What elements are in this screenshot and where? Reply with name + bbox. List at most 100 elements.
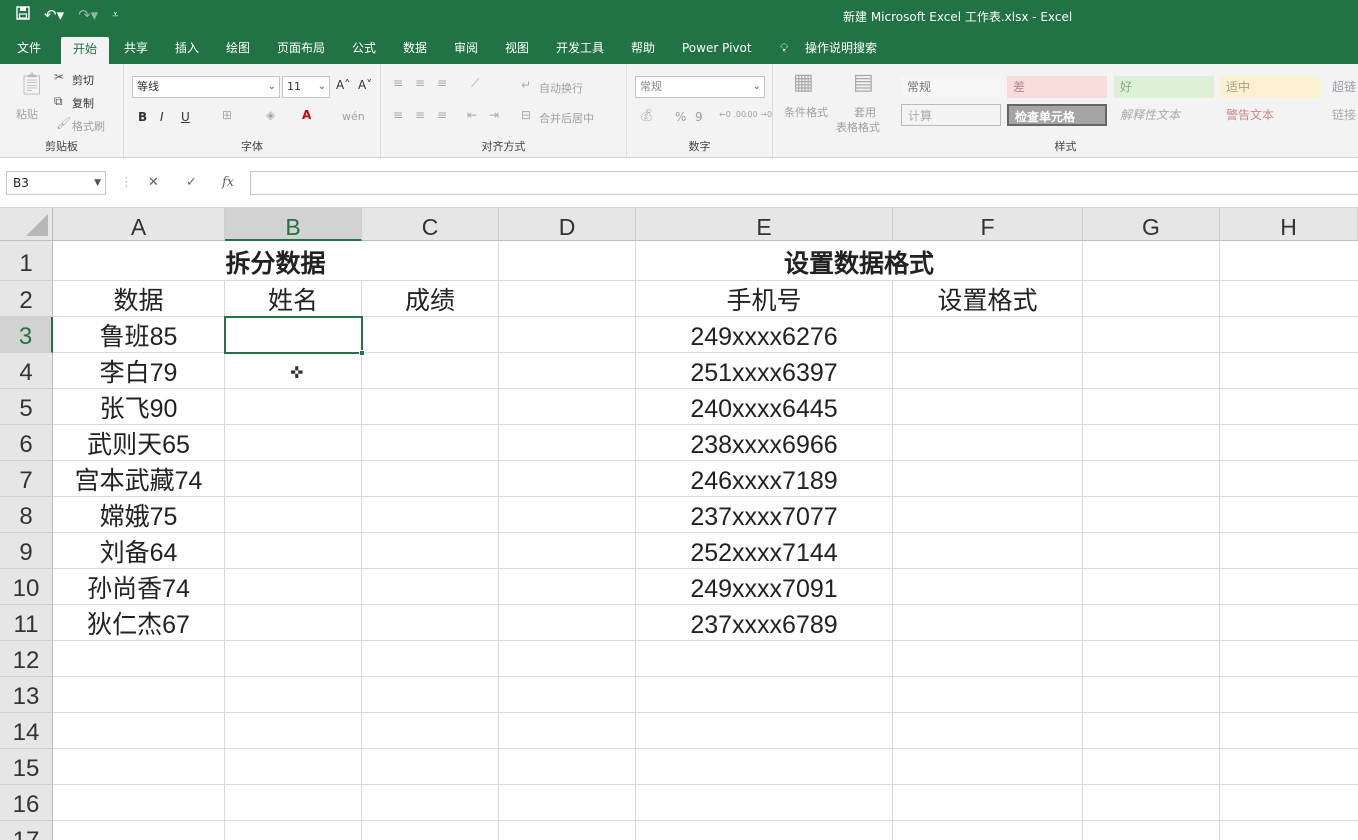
column-header-e[interactable]: E [636,208,893,241]
align-left-icon[interactable]: ≡ [393,108,403,122]
cell-a7[interactable]: 宫本武藏74 [53,461,224,497]
cancel-icon[interactable]: ✕ [148,175,159,190]
formula-input[interactable] [250,171,1358,195]
tab-review[interactable]: 审阅 [454,37,478,64]
row-header-14[interactable]: 14 [0,713,53,749]
tab-power-pivot[interactable]: Power Pivot [682,37,752,64]
tell-me-search[interactable]: 操作说明搜索 [805,37,877,64]
align-top-icon[interactable]: ≡ [393,76,403,90]
row-header-13[interactable]: 13 [0,677,53,713]
style-linked[interactable]: 链接 [1326,104,1358,126]
copy-button[interactable]: 复制 [72,95,94,111]
font-size-select[interactable]: 11 ⌄ [282,76,330,98]
conditional-format-button[interactable]: 条件格式 [784,104,828,120]
row-header-4[interactable]: 4 [0,353,53,389]
cell-a8[interactable]: 嫦娥75 [53,497,224,533]
cell-e7[interactable]: 246xxxx7189 [636,461,892,497]
cell-e4[interactable]: 251xxxx6397 [636,353,892,389]
style-neutral[interactable]: 适中 [1220,76,1320,98]
merge-center-button[interactable]: 合并后居中 [539,110,594,126]
row-header-5[interactable]: 5 [0,389,53,425]
row-header-16[interactable]: 16 [0,785,53,821]
column-header-a[interactable]: A [53,208,225,241]
tab-view[interactable]: 视图 [505,37,529,64]
shrink-font-button[interactable]: A˅ [358,78,372,92]
table-format-line2[interactable]: 表格格式 [836,119,880,135]
number-format-select[interactable]: 常规 ⌄ [635,76,765,98]
active-cell-b3[interactable] [224,316,365,356]
redo-icon[interactable]: ↷▾ [78,6,98,24]
column-header-h[interactable]: H [1220,208,1358,241]
border-icon[interactable]: ⊞ [222,108,232,122]
row-header-11[interactable]: 11 [0,605,53,641]
column-header-g[interactable]: G [1083,208,1220,241]
cell-a9[interactable]: 刘备64 [53,533,224,569]
percent-button[interactable]: % [675,110,686,124]
orientation-icon[interactable]: ⟋ [471,76,479,91]
row-header-1[interactable]: 1 [0,241,53,281]
tab-help[interactable]: 帮助 [631,37,655,64]
tab-data[interactable]: 数据 [403,37,427,64]
tab-formulas[interactable]: 公式 [352,37,376,64]
cell-a11[interactable]: 狄仁杰67 [53,605,224,641]
paste-icon[interactable]: 📋︎ [18,72,46,97]
cell-e9[interactable]: 252xxxx7144 [636,533,892,569]
row-header-2[interactable]: 2 [0,281,53,317]
column-header-b[interactable]: B [225,208,362,241]
tab-home[interactable]: 开始 [61,37,110,64]
cell-e5[interactable]: 240xxxx6445 [636,389,892,425]
cell-a6[interactable]: 武则天65 [53,425,224,461]
comma-button[interactable]: 9 [695,110,703,124]
row-header-9[interactable]: 9 [0,533,53,569]
phonetic-button[interactable]: wén [342,110,365,123]
cell-a5[interactable]: 张飞90 [53,389,224,425]
cell-a10[interactable]: 孙尚香74 [53,569,224,605]
cell-e8[interactable]: 237xxxx7077 [636,497,892,533]
select-all-button[interactable] [0,208,53,241]
tab-developer[interactable]: 开发工具 [556,37,604,64]
bold-button[interactable]: B [138,110,147,124]
decrease-indent-icon[interactable]: ⇤ [467,108,477,122]
increase-indent-icon[interactable]: ⇥ [489,108,499,122]
row-header-6[interactable]: 6 [0,425,53,461]
row-header-7[interactable]: 7 [0,461,53,497]
underline-button[interactable]: U [181,110,190,124]
column-header-d[interactable]: D [499,208,636,241]
cut-button[interactable]: 剪切 [72,72,94,88]
row-header-15[interactable]: 15 [0,749,53,785]
row-header-17[interactable]: 17 [0,821,53,840]
style-good[interactable]: 好 [1114,76,1214,98]
column-header-c[interactable]: C [362,208,499,241]
paste-button[interactable]: 粘贴 [16,106,38,122]
column-header-f[interactable]: F [893,208,1083,241]
row-header-12[interactable]: 12 [0,641,53,677]
save-icon[interactable] [16,6,30,24]
align-bottom-icon[interactable]: ≡ [437,76,447,90]
decrease-decimal-button[interactable]: .00 →0 [745,110,772,119]
cell-a4[interactable]: 李白79 [53,353,224,389]
style-hyperlink[interactable]: 超链 [1326,76,1358,98]
tab-insert[interactable]: 插入 [175,37,199,64]
wrap-text-button[interactable]: 自动换行 [539,80,583,96]
cell-a3[interactable]: 鲁班85 [53,317,224,353]
align-center-icon[interactable]: ≡ [415,108,425,122]
cell-e6[interactable]: 238xxxx6966 [636,425,892,461]
tab-draw[interactable]: 绘图 [226,37,250,64]
insert-function-icon[interactable]: fx [222,175,234,190]
currency-icon[interactable]: 💰︎ [639,108,654,122]
italic-button[interactable]: I [160,110,164,124]
row-header-10[interactable]: 10 [0,569,53,605]
customize-qat-icon[interactable]: ⩡ [112,8,118,22]
tab-share[interactable]: 共享 [124,37,148,64]
font-color-icon[interactable]: A [302,108,311,122]
grow-font-button[interactable]: A˄ [336,78,350,92]
row-header-3[interactable]: 3 [0,317,53,353]
fill-handle[interactable] [359,350,365,356]
format-painter-button[interactable]: 格式刷 [72,118,105,134]
tab-page-layout[interactable]: 页面布局 [277,37,325,64]
cell-e10[interactable]: 249xxxx7091 [636,569,892,605]
name-box[interactable]: B3 ▼ [6,171,106,195]
style-explanatory[interactable]: 解释性文本 [1114,104,1214,126]
increase-decimal-button[interactable]: ←0 .00 [719,110,746,119]
style-bad[interactable]: 差 [1007,76,1107,98]
